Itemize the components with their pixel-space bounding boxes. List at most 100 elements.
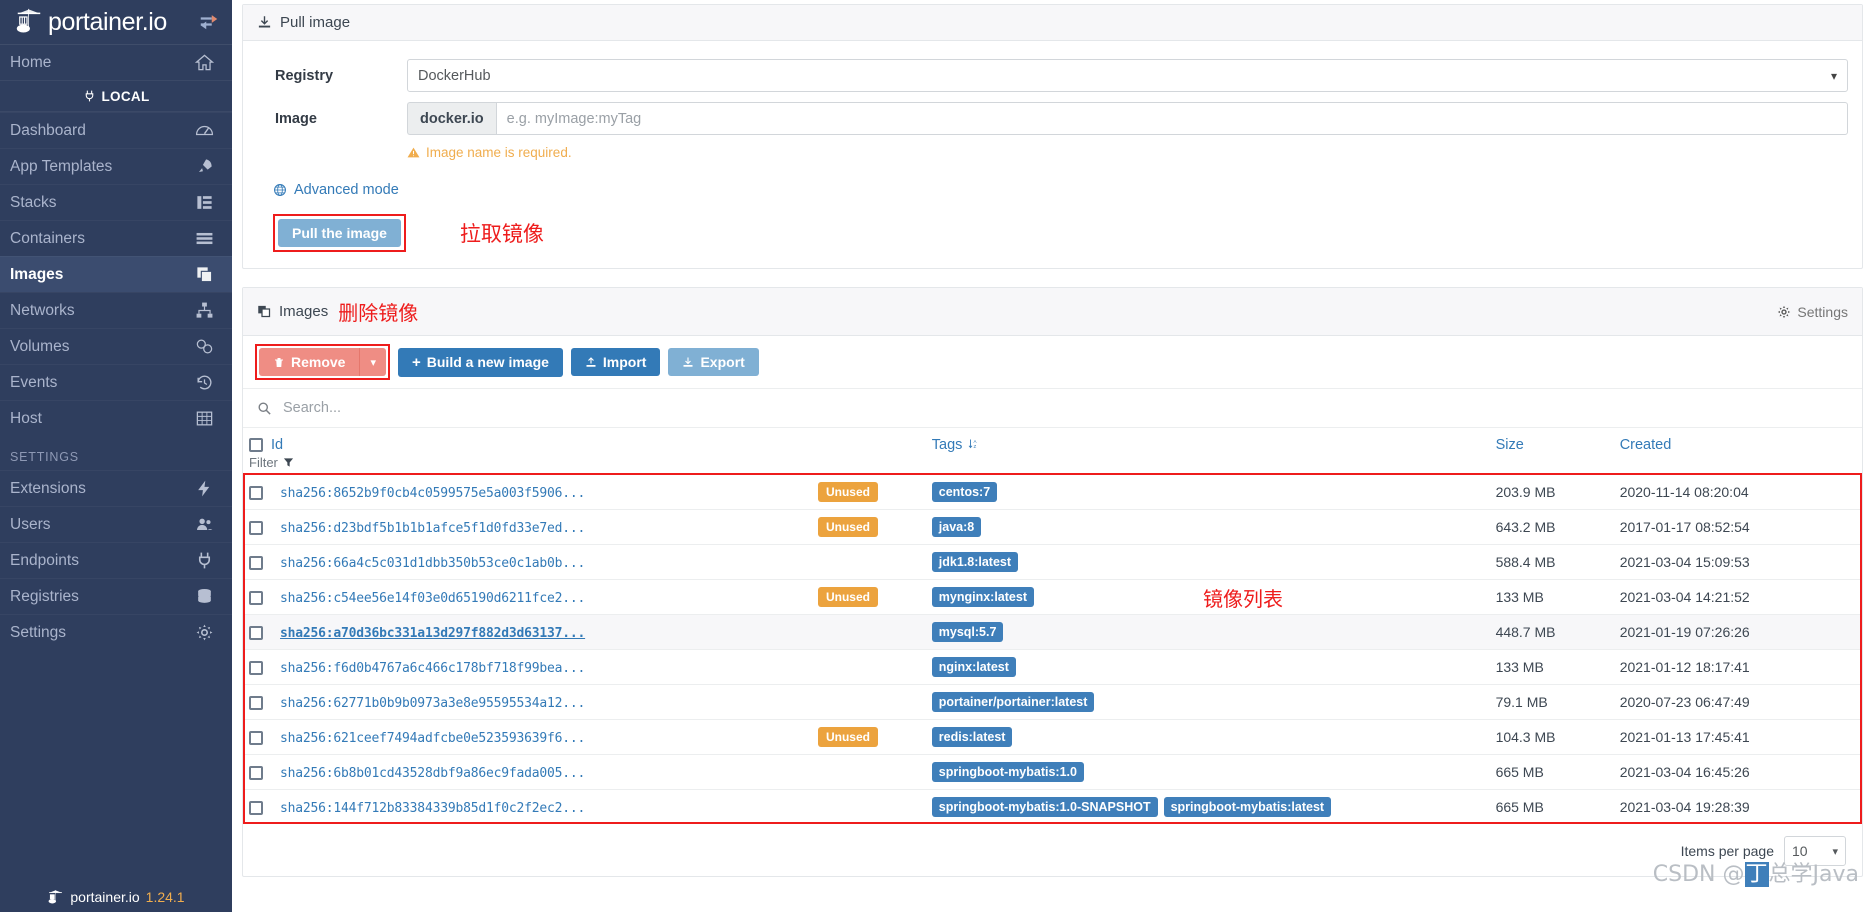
row-select-cell[interactable] xyxy=(243,614,275,650)
table-row[interactable]: sha256:621ceef7494adfcbe0e523593639f6...… xyxy=(243,719,1862,755)
sidebar-item-networks[interactable]: Networks xyxy=(0,292,232,328)
row-select-cell[interactable] xyxy=(243,719,275,755)
image-id-cell[interactable]: sha256:62771b0b9b0973a3e8e95595534a12... xyxy=(274,684,812,720)
pull-button-highlight: Pull the image xyxy=(273,214,406,252)
table-row[interactable]: sha256:66a4c5c031d1dbb350b53ce0c1ab0b...… xyxy=(243,544,1862,580)
table-row[interactable]: sha256:f6d0b4767a6c466c178bf718f99bea...… xyxy=(243,649,1862,685)
row-checkbox[interactable] xyxy=(249,661,263,676)
sidebar-item-settings[interactable]: Settings xyxy=(0,614,232,650)
trash-icon xyxy=(275,357,283,367)
image-id-cell[interactable]: sha256:621ceef7494adfcbe0e523593639f6... xyxy=(274,719,812,755)
row-checkbox[interactable] xyxy=(249,521,263,536)
table-row[interactable]: sha256:6b8b01cd43528dbf9a86ec9fada005...… xyxy=(243,754,1862,790)
row-select-cell[interactable] xyxy=(243,544,275,580)
sidebar-item-endpoints[interactable]: Endpoints xyxy=(0,542,232,578)
sidebar-item-images[interactable]: Images xyxy=(0,256,232,292)
image-id-link[interactable]: sha256:a70d36bc331a13d297f882d3d63137... xyxy=(280,626,585,641)
images-pager: Items per page 10 ▾ xyxy=(243,824,1862,876)
export-button[interactable]: Export xyxy=(668,348,759,376)
sidebar-item-registries[interactable]: Registries xyxy=(0,578,232,614)
sidebar-item-extensions[interactable]: Extensions xyxy=(0,470,232,506)
column-header-id[interactable]: Id Filter xyxy=(243,428,812,475)
row-select-cell[interactable] xyxy=(243,649,275,685)
row-checkbox[interactable] xyxy=(249,626,263,641)
table-row[interactable]: sha256:a70d36bc331a13d297f882d3d63137...… xyxy=(243,614,1862,650)
sidebar-item-label: Endpoints xyxy=(10,551,79,569)
column-header-created[interactable]: Created xyxy=(1613,428,1862,475)
sidebar-item-home[interactable]: Home xyxy=(0,44,232,80)
advanced-mode-label: Advanced mode xyxy=(294,182,399,198)
sidebar-item-stacks[interactable]: Stacks xyxy=(0,184,232,220)
image-id-link[interactable]: sha256:66a4c5c031d1dbb350b53ce0c1ab0b... xyxy=(280,556,585,571)
image-id-cell[interactable]: sha256:d23bdf5b1b1b1afce5f1d0fd33e7ed... xyxy=(274,509,812,545)
image-status-cell: Unused xyxy=(811,509,926,545)
sidebar-item-containers[interactable]: Containers xyxy=(0,220,232,256)
sidebar-item-label: Dashboard xyxy=(10,121,86,139)
row-checkbox[interactable] xyxy=(249,556,263,571)
pull-the-image-button[interactable]: Pull the image xyxy=(278,219,401,247)
image-id-cell[interactable]: sha256:144f712b83384339b85d1f0c2f2ec2... xyxy=(274,789,812,824)
row-select-cell[interactable] xyxy=(243,474,275,510)
image-tags-cell: mysql:5.7 xyxy=(925,614,1490,650)
image-id-cell[interactable]: sha256:c54ee56e14f03e0d65190d6211fce2... xyxy=(274,579,812,615)
image-id-link[interactable]: sha256:d23bdf5b1b1b1afce5f1d0fd33e7ed... xyxy=(280,521,585,536)
sidebar-item-users[interactable]: Users xyxy=(0,506,232,542)
image-id-link[interactable]: sha256:c54ee56e14f03e0d65190d6211fce2... xyxy=(280,591,585,606)
row-checkbox[interactable] xyxy=(249,766,263,781)
table-row[interactable]: sha256:d23bdf5b1b1b1afce5f1d0fd33e7ed...… xyxy=(243,509,1862,545)
import-button[interactable]: Import xyxy=(570,348,661,376)
sidebar-item-dashboard[interactable]: Dashboard xyxy=(0,112,232,148)
image-name-input[interactable] xyxy=(495,102,1848,135)
image-id-link[interactable]: sha256:62771b0b9b0973a3e8e95595534a12... xyxy=(280,696,585,711)
row-select-cell[interactable] xyxy=(243,684,275,720)
items-per-page-select[interactable]: 10 ▾ xyxy=(1784,836,1846,866)
table-row[interactable]: sha256:144f712b83384339b85d1f0c2f2ec2...… xyxy=(243,789,1862,824)
image-id-link[interactable]: sha256:8652b9f0cb4c0599575e5a003f5906... xyxy=(280,486,585,501)
row-checkbox[interactable] xyxy=(249,696,263,711)
row-checkbox[interactable] xyxy=(249,591,263,606)
sidebar-item-label: Users xyxy=(10,515,51,533)
image-id-link[interactable]: sha256:f6d0b4767a6c466c178bf718f99bea... xyxy=(280,661,585,676)
column-header-size[interactable]: Size xyxy=(1489,428,1614,475)
row-select-cell[interactable] xyxy=(243,579,275,615)
row-select-cell[interactable] xyxy=(243,754,275,790)
image-id-cell[interactable]: sha256:66a4c5c031d1dbb350b53ce0c1ab0b... xyxy=(274,544,812,580)
sidebar-item-events[interactable]: Events xyxy=(0,364,232,400)
column-filter-id[interactable]: Filter xyxy=(249,455,806,470)
image-id-cell[interactable]: sha256:f6d0b4767a6c466c178bf718f99bea... xyxy=(274,649,812,685)
image-id-link[interactable]: sha256:144f712b83384339b85d1f0c2f2ec2... xyxy=(280,801,585,816)
table-row[interactable]: sha256:8652b9f0cb4c0599575e5a003f5906...… xyxy=(243,474,1862,510)
row-select-cell[interactable] xyxy=(243,509,275,545)
search-input[interactable] xyxy=(281,399,1848,417)
download-icon xyxy=(258,16,271,28)
build-a-new-image-button[interactable]: + Build a new image xyxy=(398,347,563,377)
volumes-icon xyxy=(196,339,213,354)
row-select-cell[interactable] xyxy=(243,789,275,824)
remove-button[interactable]: Remove xyxy=(259,348,360,376)
download-icon xyxy=(683,357,693,367)
image-tags-cell: redis:latest xyxy=(925,719,1490,755)
remove-dropdown-toggle[interactable]: ▾ xyxy=(359,348,386,376)
sidebar-item-volumes[interactable]: Volumes xyxy=(0,328,232,364)
toggle-sidebar-icon[interactable] xyxy=(198,11,220,33)
table-row[interactable]: sha256:62771b0b9b0973a3e8e95595534a12...… xyxy=(243,684,1862,720)
stacks-icon xyxy=(197,196,212,209)
row-checkbox[interactable] xyxy=(249,801,263,816)
column-header-tags[interactable]: Tags A Z xyxy=(925,428,1490,475)
select-all-checkbox[interactable] xyxy=(249,438,263,452)
sidebar-item-host[interactable]: Host xyxy=(0,400,232,436)
images-settings-link[interactable]: Settings xyxy=(1777,304,1848,320)
image-id-cell[interactable]: sha256:a70d36bc331a13d297f882d3d63137... xyxy=(274,614,812,650)
image-size-cell: 104.3 MB xyxy=(1489,719,1614,755)
row-checkbox[interactable] xyxy=(249,486,263,501)
image-id-link[interactable]: sha256:621ceef7494adfcbe0e523593639f6... xyxy=(280,731,585,746)
image-id-cell[interactable]: sha256:8652b9f0cb4c0599575e5a003f5906... xyxy=(274,474,812,510)
sidebar-item-app-templates[interactable]: App Templates xyxy=(0,148,232,184)
table-row[interactable]: sha256:c54ee56e14f03e0d65190d6211fce2...… xyxy=(243,579,1862,615)
registry-select[interactable]: DockerHub ▾ xyxy=(407,59,1848,92)
row-checkbox[interactable] xyxy=(249,731,263,746)
image-id-cell[interactable]: sha256:6b8b01cd43528dbf9a86ec9fada005... xyxy=(274,754,812,790)
advanced-mode-link[interactable]: Advanced mode xyxy=(257,182,1848,198)
image-id-link[interactable]: sha256:6b8b01cd43528dbf9a86ec9fada005... xyxy=(280,766,585,781)
image-tag: mynginx:latest xyxy=(931,587,1034,607)
